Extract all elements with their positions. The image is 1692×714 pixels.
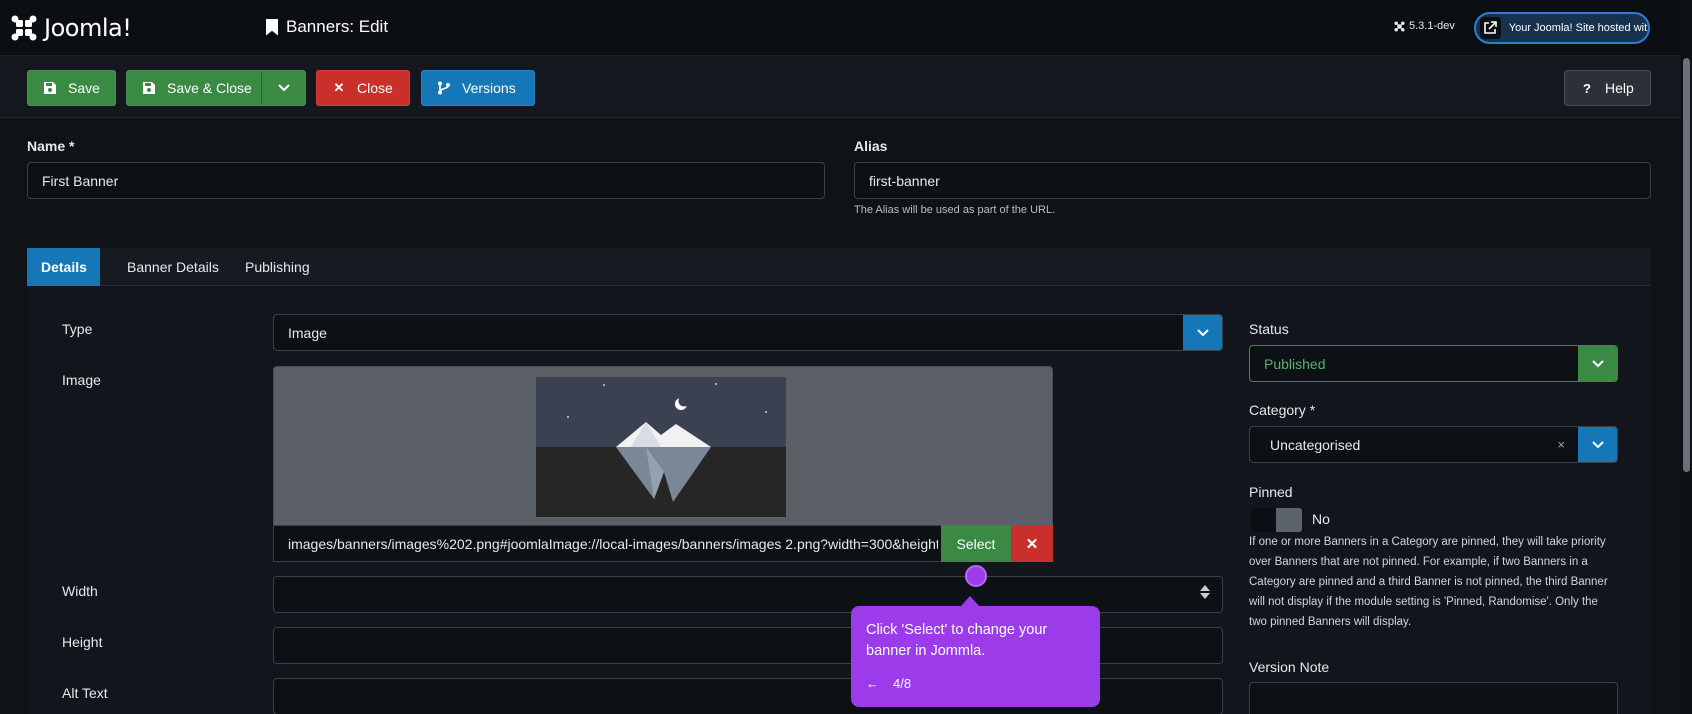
toggle-track: [1250, 508, 1276, 532]
select-image-button[interactable]: Select: [941, 525, 1011, 562]
close-icon: ✕: [333, 80, 345, 95]
status-select[interactable]: Published: [1249, 345, 1618, 382]
bookmark-icon: [266, 18, 278, 36]
pinned-help: If one or more Banners in a Category are…: [1249, 536, 1608, 628]
tour-hotspot[interactable]: [965, 565, 987, 587]
save-dropdown-toggle[interactable]: [261, 71, 305, 105]
guide-tooltip: Click 'Select' to change your banner in …: [851, 606, 1100, 707]
tab-publishing[interactable]: Publishing: [231, 248, 324, 286]
joomla-logo-icon: [11, 15, 37, 41]
external-link-icon: [1480, 17, 1501, 39]
save-close-label: Save & Close: [167, 80, 252, 96]
save-label: Save: [68, 80, 100, 96]
site-preview-link[interactable]: Your Joomla! Site hosted wit...: [1474, 12, 1650, 44]
version-note-field[interactable]: [1249, 682, 1618, 714]
alias-help: The Alias will be used as part of the UR…: [854, 204, 1056, 216]
back-arrow-icon[interactable]: ←: [866, 676, 879, 691]
chevron-down-icon: [1592, 440, 1604, 448]
version-note-label: Version Note: [1249, 659, 1330, 675]
scrollbar-thumb[interactable]: [1683, 58, 1690, 472]
tooltip-text: Click 'Select' to change your banner in …: [866, 622, 1048, 659]
toggle-knob: [1276, 508, 1302, 532]
version-badge: 5.3.1-dev: [1394, 20, 1455, 32]
joomla-mini-icon: [1394, 20, 1405, 32]
close-label: Close: [357, 80, 393, 96]
type-label: Type: [62, 321, 93, 337]
category-value: Uncategorised: [1270, 436, 1361, 453]
category-clear-icon[interactable]: ×: [1557, 437, 1565, 452]
pinned-toggle[interactable]: [1250, 508, 1302, 532]
chevron-down-icon: [1197, 328, 1209, 336]
tab-details[interactable]: Details: [27, 248, 100, 286]
chevron-down-icon: [277, 84, 290, 92]
pinned-value: No: [1312, 511, 1330, 527]
tab-bar: Details Banner Details Publishing: [27, 248, 1651, 286]
height-label: Height: [62, 634, 103, 650]
banner-image-preview: [536, 377, 786, 517]
versions-button[interactable]: Versions: [421, 70, 535, 106]
clear-image-button[interactable]: ✕: [1011, 525, 1053, 562]
type-value: Image: [288, 324, 327, 341]
page-title: Banners: Edit: [266, 17, 388, 37]
tooltip-nav: ← 4/8: [866, 676, 911, 691]
save-close-button[interactable]: Save & Close: [126, 70, 306, 106]
pinned-label: Pinned: [1249, 484, 1293, 500]
type-select-caret[interactable]: [1183, 315, 1222, 350]
chevron-down-icon: [1592, 359, 1604, 367]
category-select[interactable]: Uncategorised ×: [1249, 426, 1618, 463]
category-label: Category *: [1249, 402, 1316, 418]
name-field[interactable]: First Banner: [27, 162, 825, 199]
brand-name: Joomla!: [44, 14, 132, 42]
tooltip-progress: 4/8: [893, 676, 912, 691]
help-button[interactable]: ? Help: [1564, 70, 1651, 106]
joomla-logo[interactable]: Joomla!: [10, 14, 132, 42]
toolbar: Save Save & Close ✕ Close Versions ? Hel…: [0, 56, 1692, 118]
help-label: Help: [1605, 80, 1634, 96]
page-title-text: Banners: Edit: [286, 17, 389, 36]
save-button[interactable]: Save: [27, 70, 116, 106]
alt-text-label: Alt Text: [62, 685, 108, 701]
image-path-field[interactable]: images/banners/images%202.png#joomlaImag…: [288, 536, 938, 552]
page-scrollbar[interactable]: [1681, 0, 1692, 714]
top-header: Joomla! Banners: Edit 5.3.1-dev Your Joo…: [0, 0, 1692, 56]
name-label: Name *: [27, 138, 75, 154]
image-label: Image: [62, 372, 101, 388]
versions-label: Versions: [462, 80, 516, 96]
site-link-label: Your Joomla! Site hosted wit...: [1508, 22, 1648, 34]
save-icon: [42, 80, 58, 96]
status-select-caret[interactable]: [1578, 346, 1617, 381]
status-value: Published: [1264, 355, 1326, 372]
category-select-caret[interactable]: [1578, 427, 1617, 462]
close-button[interactable]: ✕ Close: [316, 70, 410, 106]
width-label: Width: [62, 583, 98, 599]
status-label: Status: [1249, 321, 1289, 337]
branch-icon: [436, 80, 452, 96]
alias-field[interactable]: first-banner: [854, 162, 1651, 199]
question-icon: ?: [1583, 80, 1591, 96]
number-spinner-icon[interactable]: [1200, 585, 1210, 605]
tab-banner-details[interactable]: Banner Details: [113, 248, 233, 286]
alias-label: Alias: [854, 138, 888, 154]
version-text: 5.3.1-dev: [1409, 20, 1455, 32]
save-icon: [141, 80, 157, 96]
image-path-row: images/banners/images%202.png#joomlaImag…: [273, 525, 1053, 562]
type-select[interactable]: Image: [273, 314, 1223, 351]
